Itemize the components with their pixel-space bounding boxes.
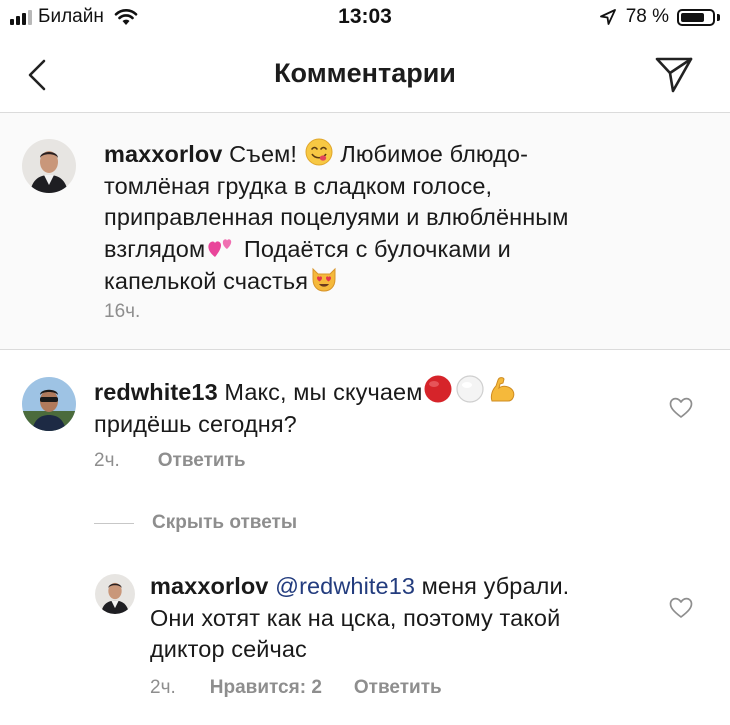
comment-timestamp: 2ч. (94, 450, 120, 471)
reply-line: Они хотят как на цска, поэтому такой (150, 604, 561, 631)
red-circle-icon (424, 375, 452, 403)
mention-link[interactable]: @redwhite13 (275, 573, 415, 599)
avatar[interactable] (22, 139, 76, 193)
caption-line: maxxorlov Съем! Любимое блюдо- (104, 138, 569, 171)
status-right: 78 % (599, 6, 720, 28)
reply-text: maxxorlov @redwhite13 меня убрали. Они х… (150, 571, 569, 666)
battery-nub (717, 13, 720, 21)
reply-text-part: меня убрали. (421, 573, 570, 599)
reply-button[interactable]: Ответить (158, 450, 246, 472)
location-arrow-icon (599, 9, 616, 25)
battery-icon (677, 8, 715, 26)
caption-text-part: Любимое блюдо- (340, 141, 529, 167)
caption-line: приправленная поцелуями и влюблённым (104, 204, 569, 230)
caption-line: капелькой счастья (104, 265, 569, 298)
heart-outline-icon[interactable] (669, 597, 693, 619)
hide-replies-label: Скрыть ответы (152, 512, 298, 533)
caption-line: томлёная грудка в сладком голосе, (104, 172, 493, 199)
comment-meta: 2ч. Ответить (94, 450, 246, 472)
reply-line: диктор сейчас (150, 636, 307, 662)
status-bar: Билайн 13:03 78 % (0, 0, 730, 38)
comment-line: redwhite13 Макс, мы скучаем (94, 374, 518, 409)
comment-line: придёшь сегодня? (94, 410, 297, 437)
reply-line: maxxorlov @redwhite13 меня убрали. (150, 571, 569, 603)
reply-meta: 2ч. Нравится: 2 Ответить (150, 677, 442, 699)
hide-replies-button[interactable]: Скрыть ответы (94, 512, 297, 534)
avatar[interactable] (22, 377, 76, 431)
caption-line: взглядом Подаётся с булочками и (104, 234, 569, 266)
reply-timestamp: 2ч. (150, 677, 176, 698)
white-circle-icon (456, 375, 485, 403)
battery-percent: 78 % (625, 6, 669, 27)
comment-text-part: Макс, мы скучаем (224, 379, 423, 405)
two-hearts-icon (208, 238, 232, 257)
nav-header: Комментарии (0, 38, 730, 113)
caption-text: maxxorlov Съем! Любимое блюдо- томлёная … (104, 138, 569, 298)
likes-count-button[interactable]: Нравится: 2 (210, 677, 322, 699)
caption-text-part: Съем! (229, 141, 298, 167)
comment-text: redwhite13 Макс, мы скучаем придёшь сего… (94, 374, 518, 440)
yum-face-icon (305, 138, 333, 166)
paper-plane-icon[interactable] (654, 54, 694, 94)
caption-timestamp: 16ч. (104, 301, 141, 322)
caption-username[interactable]: maxxorlov (104, 141, 222, 167)
post-caption: maxxorlov Съем! Любимое блюдо- томлёная … (0, 113, 730, 350)
reply-username[interactable]: maxxorlov (150, 573, 268, 599)
caption-text-part: взглядом (104, 235, 206, 262)
caption-text-part: Подаётся с булочками и (243, 235, 511, 262)
flexed-biceps-icon (491, 377, 515, 402)
divider (94, 522, 134, 524)
reply-button[interactable]: Ответить (354, 677, 442, 699)
comment-username[interactable]: redwhite13 (94, 379, 218, 405)
caption-text-part: капелькой счастья (104, 268, 309, 294)
avatar[interactable] (95, 574, 135, 614)
heart-eyes-cat-icon (312, 267, 336, 292)
caption-meta: 16ч. (104, 301, 140, 323)
page-title: Комментарии (274, 58, 456, 88)
heart-outline-icon[interactable] (669, 397, 693, 419)
